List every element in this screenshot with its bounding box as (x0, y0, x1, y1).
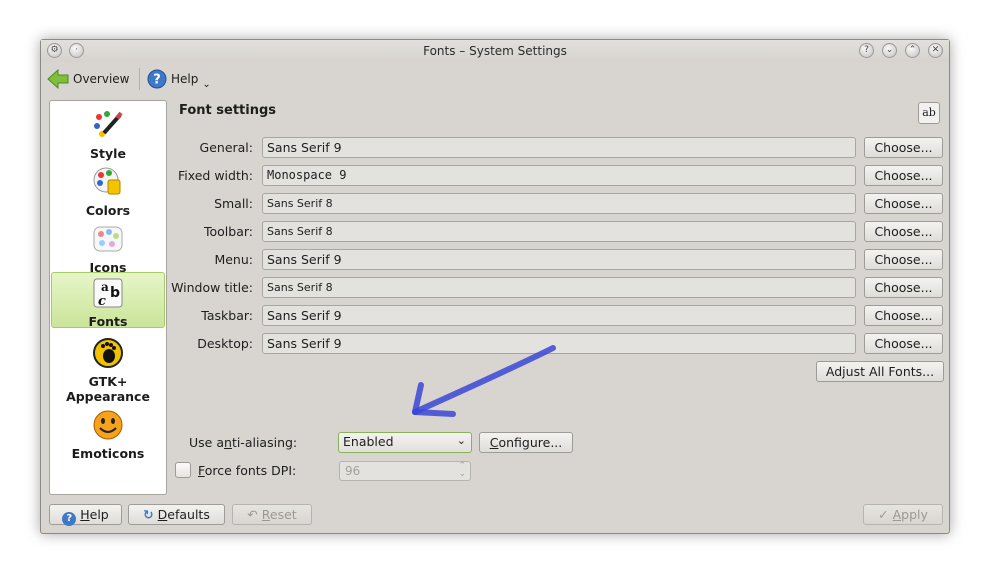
gnome-foot-icon (93, 338, 123, 368)
font-field-fixed-width: Monospace 9 (262, 165, 856, 186)
module-sidebar: Style Colors Icons a b c Fonts GTK+ Appe… (49, 100, 167, 495)
close-icon[interactable]: ✕ (928, 43, 943, 58)
choose-button-general[interactable]: Choose... (864, 137, 943, 158)
defaults-button[interactable]: ↻ Defaults (128, 504, 225, 525)
reset-button[interactable]: ↶ Reset (232, 504, 312, 525)
choose-button-fixed-width[interactable]: Choose... (864, 165, 943, 186)
icons-palette-icon (93, 226, 123, 252)
overview-label: Overview (73, 72, 130, 86)
chevron-down-icon: ⌄ (456, 434, 466, 447)
font-label: General: (199, 140, 253, 155)
sidebar-item-icons[interactable]: Icons (51, 219, 165, 275)
svg-text:c: c (98, 294, 106, 309)
fonts-header-icon: ab (918, 102, 940, 124)
configure-button[interactable]: Configure... (479, 432, 573, 453)
font-field-toolbar: Sans Serif 8 (262, 221, 856, 242)
choose-button-desktop[interactable]: Choose... (864, 333, 943, 354)
svg-text:?: ? (153, 73, 161, 88)
toolbar: Overview ? Help ⌄ (41, 64, 949, 94)
page-title: Font settings (179, 103, 277, 118)
spin-arrows-icon: ⌃ ⌄ (458, 461, 466, 479)
font-field-menu: Sans Serif 9 (262, 249, 856, 270)
help-menu-button[interactable]: ? Help ⌄ (147, 66, 211, 92)
title-bar: ⚙ · Fonts – System Settings ? ⌄ ⌃ ✕ (41, 40, 949, 62)
font-field-general: Sans Serif 9 (262, 137, 856, 158)
sidebar-item-label: Appearance (66, 389, 150, 404)
sidebar-item-emoticons[interactable]: Emoticons (51, 405, 165, 461)
antialiasing-select[interactable]: Enabled ⌄ (338, 432, 472, 453)
choose-button-window-title[interactable]: Choose... (864, 277, 943, 298)
fonts-panel: Font settings ab General: Sans Serif 9 C… (171, 100, 946, 500)
svg-text:b: b (110, 285, 120, 301)
dpi-value: 96 (345, 464, 361, 478)
font-field-small: Sans Serif 8 (262, 193, 856, 214)
back-arrow-icon (47, 69, 69, 89)
svg-text:a: a (101, 280, 109, 294)
choose-button-small[interactable]: Choose... (864, 193, 943, 214)
adjust-all-fonts-button[interactable]: Adjust All Fonts... (816, 361, 944, 382)
sidebar-item-label: GTK+ (88, 374, 128, 389)
window-title: Fonts – System Settings (423, 44, 567, 58)
minimize-chevron-down-icon[interactable]: ⌄ (882, 43, 897, 58)
font-label: Toolbar: (203, 224, 253, 239)
choose-button-taskbar[interactable]: Choose... (864, 305, 943, 326)
maximize-chevron-up-icon[interactable]: ⌃ (905, 43, 920, 58)
colors-palette-icon (93, 167, 121, 195)
help-label: Help (171, 72, 199, 86)
font-label: Taskbar: (201, 308, 253, 323)
dpi-spinbox[interactable]: 96 ⌃ ⌄ (339, 461, 471, 481)
font-row-small: Small: Sans Serif 8 Choose... (171, 193, 946, 215)
font-row-window-title: Window title: Sans Serif 8 Choose... (171, 277, 946, 299)
force-dpi-checkbox[interactable] (175, 462, 191, 478)
sidebar-item-style[interactable]: Style (51, 105, 165, 161)
font-label: Fixed width: (177, 168, 253, 183)
font-label: Window title: (171, 280, 253, 295)
checkmark-icon: ✓ (878, 507, 889, 522)
dropdown-chevron-icon: ⌄ (202, 78, 211, 90)
choose-button-toolbar[interactable]: Choose... (864, 221, 943, 242)
sidebar-item-label: Fonts (88, 314, 128, 329)
smiley-icon (93, 410, 123, 440)
toolbar-separator (139, 68, 140, 90)
refresh-icon: ↻ (143, 507, 154, 522)
font-row-taskbar: Taskbar: Sans Serif 9 Choose... (171, 305, 946, 327)
font-label: Small: (214, 196, 253, 211)
font-row-fixed-width: Fixed width: Monospace 9 Choose... (171, 165, 946, 187)
antialiasing-label: Use anti-aliasing: (189, 435, 298, 450)
force-dpi-label: Force fonts DPI: (198, 463, 297, 478)
font-field-window-title: Sans Serif 8 (262, 277, 856, 298)
sidebar-item-fonts[interactable]: a b c Fonts (51, 272, 165, 329)
sidebar-item-gtk-appearance[interactable]: GTK+ Appearance (51, 333, 165, 404)
font-label: Desktop: (197, 336, 253, 351)
annotation-arrow-icon (412, 345, 556, 417)
antialiasing-value: Enabled (343, 434, 394, 449)
undo-arrow-icon: ↶ (247, 507, 258, 522)
sidebar-item-label: Colors (85, 203, 131, 218)
help-button[interactable]: ? Help (49, 504, 122, 526)
style-brush-icon (94, 111, 123, 137)
help-question-icon[interactable]: ? (859, 43, 874, 58)
sidebar-item-colors[interactable]: Colors (51, 162, 165, 218)
fonts-icon: a b c (93, 278, 123, 309)
choose-button-menu[interactable]: Choose... (864, 249, 943, 270)
font-row-general: General: Sans Serif 9 Choose... (171, 137, 946, 159)
font-row-menu: Menu: Sans Serif 9 Choose... (171, 249, 946, 271)
apply-button[interactable]: ✓ Apply (863, 504, 943, 525)
sidebar-item-label: Style (90, 146, 126, 161)
sidebar-item-label: Emoticons (71, 446, 145, 461)
help-circle-icon: ? (62, 512, 77, 526)
font-label: Menu: (214, 252, 253, 267)
overview-button[interactable]: Overview (47, 66, 130, 92)
help-circle-icon: ? (147, 69, 167, 89)
font-field-taskbar: Sans Serif 9 (262, 305, 856, 326)
font-row-toolbar: Toolbar: Sans Serif 8 Choose... (171, 221, 946, 243)
system-settings-window: ⚙ · Fonts – System Settings ? ⌄ ⌃ ✕ Over… (40, 39, 950, 534)
